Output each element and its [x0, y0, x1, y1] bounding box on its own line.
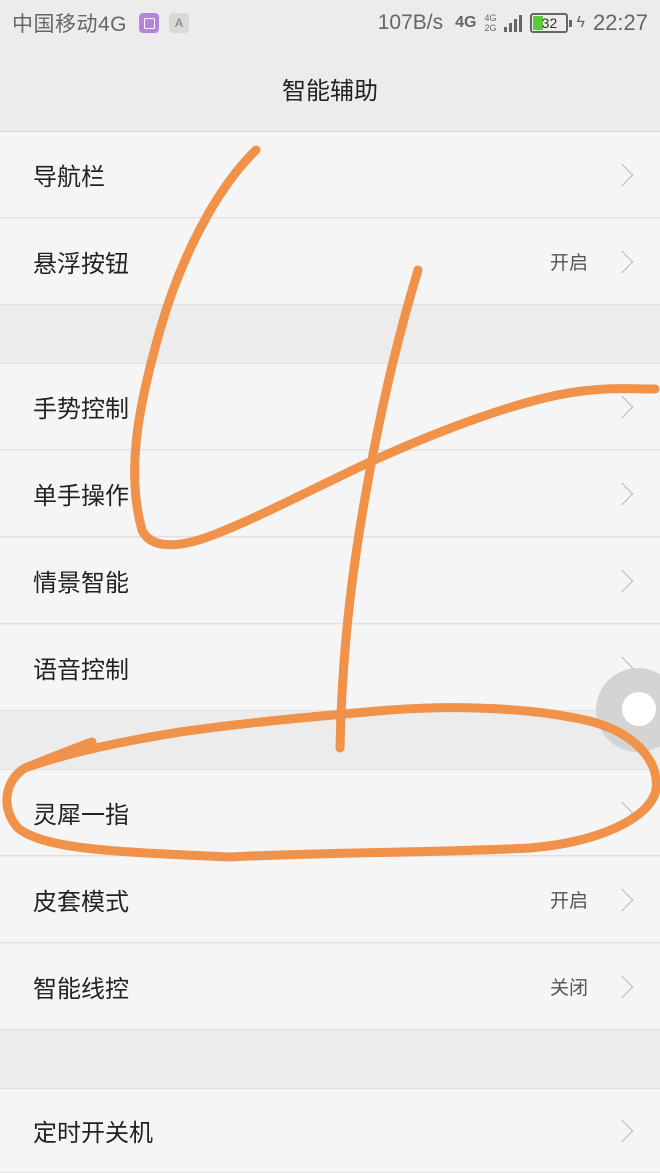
- setting-item-voice-control[interactable]: 语音控制: [0, 625, 660, 711]
- chevron-right-icon: [610, 395, 634, 418]
- section-divider: [0, 712, 660, 770]
- chevron-right-icon: [610, 975, 634, 998]
- dual-sim-icon: 4G 2G: [484, 13, 496, 33]
- setting-item-smart-wire-control[interactable]: 智能线控 关闭: [0, 944, 660, 1030]
- chevron-right-icon: [610, 250, 634, 273]
- chevron-right-icon: [610, 888, 634, 911]
- setting-label: 语音控制: [33, 656, 129, 684]
- network-type-icon: 4G: [455, 14, 477, 31]
- setting-item-navigation-bar[interactable]: 导航栏: [0, 132, 660, 218]
- setting-item-floating-button[interactable]: 悬浮按钮 开启: [0, 219, 660, 305]
- sim2-net-label: 2G: [484, 23, 497, 33]
- setting-label: 单手操作: [33, 482, 129, 510]
- chevron-right-icon: [610, 163, 634, 186]
- carrier-label: 中国移动4G: [12, 13, 128, 36]
- section-divider: [0, 306, 660, 364]
- charging-icon: ϟ: [576, 14, 585, 31]
- setting-item-gesture-control[interactable]: 手势控制: [0, 364, 660, 450]
- setting-label: 导航栏: [33, 163, 105, 191]
- setting-item-smart-finger[interactable]: 灵犀一指: [0, 770, 660, 856]
- setting-label: 皮套模式: [33, 888, 129, 916]
- chevron-right-icon: [610, 1119, 634, 1142]
- setting-label: 灵犀一指: [33, 801, 129, 829]
- network-type-label: 4G: [455, 14, 477, 31]
- chevron-right-icon: [610, 482, 634, 505]
- setting-label: 情景智能: [33, 569, 129, 597]
- setting-value: 开启: [549, 252, 588, 274]
- section-divider: [0, 1031, 660, 1089]
- status-bar: 中国移动4G A 107B/s 4G 4G 2G 32 ϟ 22:27: [0, 0, 660, 46]
- signal-icon: [504, 14, 523, 32]
- sim1-net-label: 4G: [484, 13, 497, 23]
- setting-label: 智能线控: [33, 975, 129, 1003]
- network-speed: 107B/s: [377, 11, 444, 34]
- setting-item-smart-scenes[interactable]: 情景智能: [0, 538, 660, 624]
- chevron-right-icon: [610, 569, 634, 592]
- keyboard-notification-icon: A: [169, 13, 190, 33]
- battery-icon: 32: [530, 13, 573, 33]
- header: 智能辅助: [0, 46, 660, 132]
- setting-item-cover-mode[interactable]: 皮套模式 开启: [0, 857, 660, 943]
- chevron-right-icon: [610, 801, 634, 824]
- gallery-notification-icon: [139, 13, 160, 33]
- clock: 22:27: [592, 10, 648, 35]
- status-indicators: 107B/s 4G 4G 2G 32 ϟ 22:27: [378, 0, 648, 46]
- setting-label: 悬浮按钮: [33, 250, 129, 278]
- setting-value: 开启: [549, 890, 588, 912]
- page-title: 智能辅助: [282, 77, 378, 105]
- setting-label: 手势控制: [33, 395, 129, 423]
- setting-label: 定时开关机: [33, 1119, 153, 1147]
- setting-item-one-hand-mode[interactable]: 单手操作: [0, 451, 660, 537]
- setting-value: 关闭: [549, 977, 588, 999]
- setting-item-scheduled-power[interactable]: 定时开关机: [0, 1089, 660, 1173]
- battery-level: 32: [541, 15, 558, 31]
